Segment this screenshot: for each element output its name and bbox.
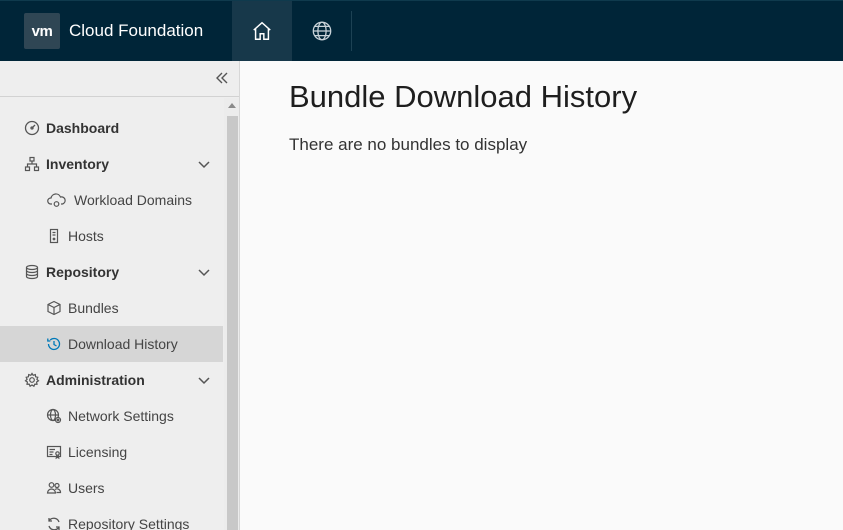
sidebar-collapse-bar [0,61,239,97]
sidebar-item-administration[interactable]: Administration [0,362,223,398]
dashboard-icon [24,120,40,136]
main-content: Bundle Download History There are no bun… [240,61,843,530]
double-chevron-left-icon[interactable] [213,69,231,87]
network-settings-icon [46,408,62,424]
sidebar-item-licensing[interactable]: Licensing [0,434,223,470]
sidebar-item-label: Hosts [68,228,104,244]
globe-icon [312,21,332,41]
sidebar-item-dashboard[interactable]: Dashboard [0,110,223,146]
header-divider [351,11,352,51]
database-icon [24,264,40,280]
inventory-icon [24,156,40,172]
license-icon [46,444,62,460]
refresh-icon [46,516,62,530]
sidebar-item-label: Licensing [68,444,128,460]
chevron-down-icon[interactable] [197,157,211,171]
sidebar-item-bundles[interactable]: Bundles [0,290,223,326]
sidebar-item-label: Inventory [46,156,110,172]
brand[interactable]: vm Cloud Foundation [24,13,203,49]
globe-nav-button[interactable] [292,1,352,61]
sidebar-scrollbar[interactable] [224,98,239,530]
host-icon [46,228,62,244]
vmware-logo: vm [24,13,60,49]
sidebar-item-hosts[interactable]: Hosts [0,218,223,254]
sidebar-item-download-history[interactable]: Download History [0,326,223,362]
app-title: Cloud Foundation [69,21,204,40]
sidebar-item-users[interactable]: Users [0,470,223,506]
sidebar-item-label: Bundles [68,300,119,316]
sidebar-item-inventory[interactable]: Inventory [0,146,223,182]
sidebar-item-repository[interactable]: Repository [0,254,223,290]
scroll-up-arrow-icon[interactable] [228,103,236,108]
scrollbar-thumb[interactable] [227,116,238,530]
gear-icon [24,372,40,388]
sidebar: Dashboard Inventory Workload Domains Hos… [0,61,240,530]
sidebar-item-label: Download History [68,336,178,352]
cloud-icon [46,192,68,208]
sidebar-item-label: Users [68,480,105,496]
sidebar-item-network-settings[interactable]: Network Settings [0,398,223,434]
empty-state-message: There are no bundles to display [289,135,528,154]
sidebar-item-label: Network Settings [68,408,174,424]
sidebar-item-label: Workload Domains [74,192,193,208]
chevron-down-icon[interactable] [197,373,211,387]
sidebar-item-repository-settings[interactable]: Repository Settings [0,506,223,530]
home-nav-button[interactable] [232,1,292,61]
sidebar-item-workload-domains[interactable]: Workload Domains [0,182,223,218]
sidebar-item-label: Repository Settings [68,516,190,530]
page-title: Bundle Download History [289,79,638,114]
users-icon [46,480,62,496]
sidebar-item-label: Dashboard [46,120,120,136]
top-header: vm Cloud Foundation [0,0,843,61]
chevron-down-icon[interactable] [197,265,211,279]
sidebar-item-label: Repository [46,264,120,280]
history-icon [46,336,62,352]
sidebar-item-label: Administration [46,372,145,388]
bundle-icon [46,300,62,316]
home-icon [253,21,271,40]
